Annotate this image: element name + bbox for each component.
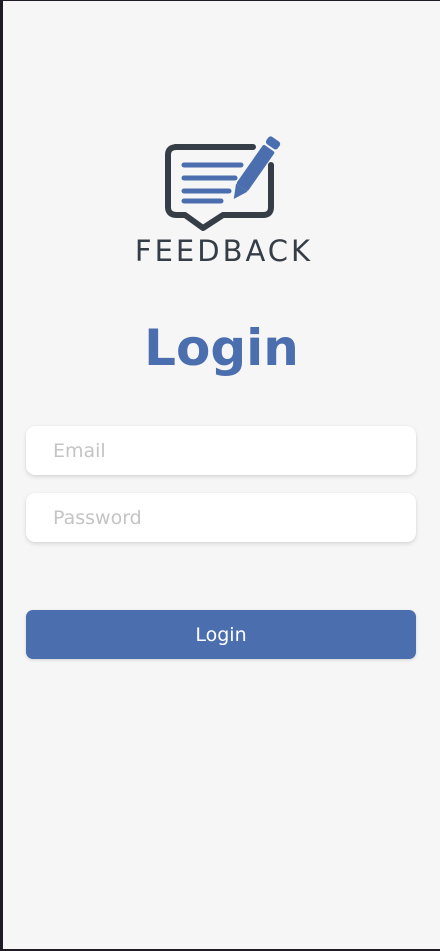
- password-field[interactable]: [26, 493, 416, 542]
- page-title: Login: [144, 319, 299, 377]
- login-screen: FEEDBACK Login Login: [3, 1, 440, 949]
- email-field-container: [26, 426, 416, 475]
- feedback-logo: FEEDBACK: [131, 125, 317, 273]
- feedback-pencil-icon: [165, 136, 281, 231]
- logo-text: FEEDBACK: [134, 234, 314, 268]
- email-field[interactable]: [26, 426, 416, 475]
- login-button[interactable]: Login: [26, 610, 416, 659]
- password-field-container: [26, 493, 416, 542]
